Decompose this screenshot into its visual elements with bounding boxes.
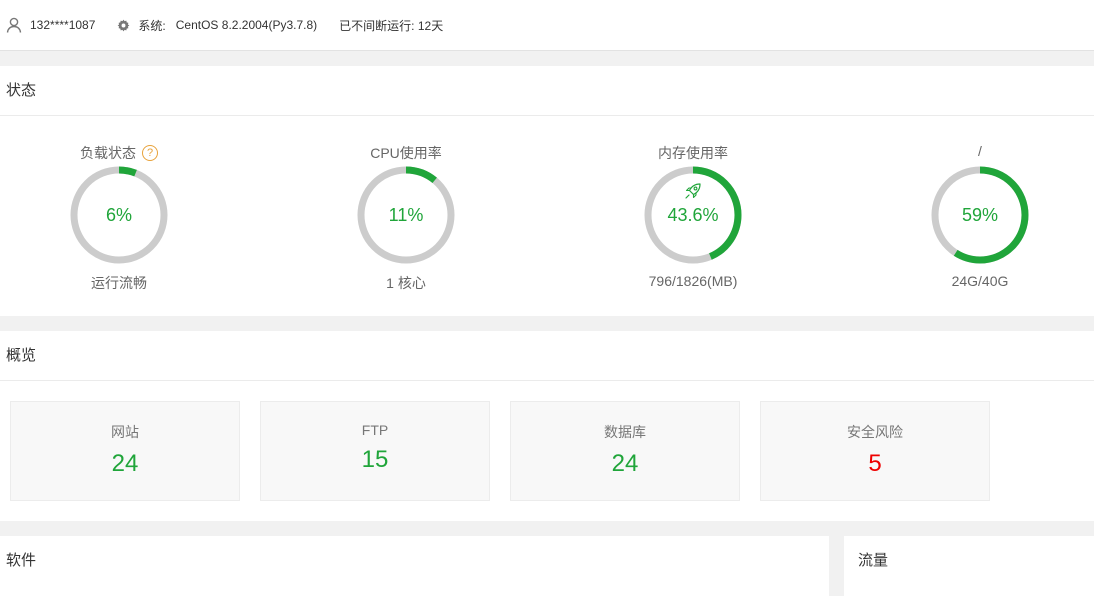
gauge-title: 内存使用率	[658, 145, 728, 161]
card-label: 安全风险	[847, 424, 903, 440]
gauge-sub: 24G/40G	[951, 273, 1009, 289]
gauge-row: 负载状态 ? 6% 运行流畅 CPU使用率 11% 1 核心 内存使用率 43.…	[0, 116, 1094, 315]
gauge-sub: 运行流畅	[91, 275, 147, 291]
traffic-title: 流量	[858, 552, 889, 569]
traffic-panel: 流量	[844, 536, 1094, 596]
status-panel: 状态 负载状态 ? 6% 运行流畅 CPU使用率 11% 1 核心 内存使用率 …	[0, 66, 1094, 316]
system-info: 系统: CentOS 8.2.2004(Py3.7.8)	[117, 17, 317, 34]
gauge-title-wrap: /	[890, 143, 1070, 159]
gauge-title: 负载状态	[80, 145, 136, 161]
card-security-risk[interactable]: 安全风险 5	[760, 401, 990, 501]
card-value[interactable]: 24	[511, 450, 739, 478]
status-title: 状态	[0, 66, 1094, 116]
user-info[interactable]: 132****1087	[6, 17, 95, 33]
gauge-title: CPU使用率	[370, 145, 442, 161]
card-label: 数据库	[604, 424, 646, 440]
gauge-value: 43.6%	[667, 205, 719, 225]
card-label: FTP	[361, 422, 389, 438]
system-value: CentOS 8.2.2004(Py3.7.8)	[175, 18, 318, 32]
card-label: 网站	[111, 424, 139, 440]
user-icon	[6, 17, 22, 33]
gauge-title-wrap: CPU使用率	[316, 143, 496, 163]
card-databases[interactable]: 数据库 24	[510, 401, 740, 501]
card-value[interactable]: 15	[261, 446, 489, 474]
gauge-value: 11%	[388, 205, 424, 225]
card-websites[interactable]: 网站 24	[10, 401, 240, 501]
card-ftp[interactable]: FTP 15	[260, 401, 490, 501]
help-icon[interactable]: ?	[142, 145, 158, 161]
gauge-value: 6%	[105, 205, 132, 225]
gauge-sub: 1 核心	[386, 275, 426, 291]
uptime-info: 已不间断运行: 12天	[339, 17, 443, 34]
gauge-value: 59%	[961, 205, 999, 225]
software-panel: 软件	[0, 536, 829, 596]
gauge-title-wrap: 负载状态 ?	[29, 143, 209, 163]
overview-cards: 网站 24 FTP 15 数据库 24 安全风险 5	[0, 381, 1094, 520]
overview-title: 概览	[0, 331, 1094, 381]
uptime-text: 已不间断运行: 12天	[339, 18, 444, 33]
rocket-icon[interactable]	[684, 182, 702, 200]
software-title: 软件	[6, 552, 37, 569]
gauge-title-wrap: 内存使用率	[603, 143, 783, 163]
system-label: 系统:	[138, 18, 166, 33]
gear-icon	[118, 19, 130, 31]
card-value[interactable]: 5	[761, 450, 989, 478]
username: 132****1087	[30, 18, 96, 32]
gauge-title: /	[978, 143, 982, 159]
gauge-sub: 796/1826(MB)	[648, 273, 738, 289]
top-info-bar: 132****1087 系统: CentOS 8.2.2004(Py3.7.8)…	[0, 0, 1094, 51]
overview-panel: 概览 网站 24 FTP 15 数据库 24 安全风险 5	[0, 331, 1094, 521]
card-value[interactable]: 24	[11, 450, 239, 478]
